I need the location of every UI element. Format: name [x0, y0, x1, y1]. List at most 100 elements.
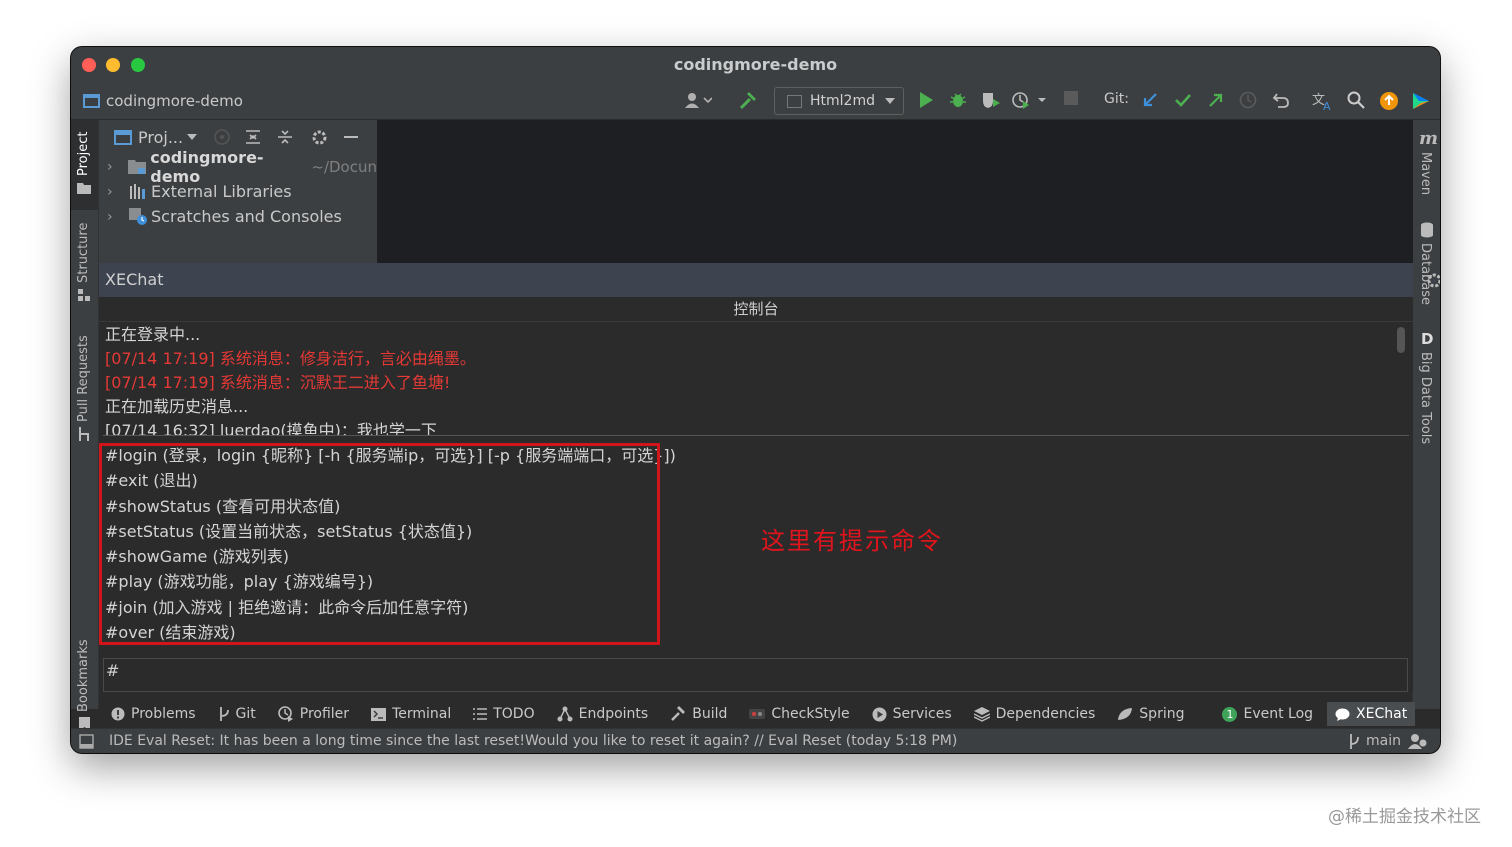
rollback-icon[interactable]	[1272, 91, 1290, 109]
console-title: 控制台	[99, 297, 1413, 322]
command-hint-item[interactable]: #showStatus (查看可用状态值)	[103, 494, 663, 519]
git-branch-icon	[218, 707, 230, 721]
git-update-icon[interactable]	[1141, 91, 1159, 109]
bottom-tool-window-bar: Problems Git Profiler Terminal TODO Endp…	[99, 700, 1416, 728]
status-message[interactable]: IDE Eval Reset: It has been a long time …	[109, 733, 957, 749]
endpoints-icon	[557, 706, 573, 722]
status-bar: IDE Eval Reset: It has been a long time …	[71, 728, 1440, 753]
tree-item-label: External Libraries	[151, 182, 292, 201]
git-branch-label[interactable]: main	[1366, 733, 1401, 749]
tab-structure[interactable]: Structure	[76, 223, 91, 283]
log-line: [07/14 16:32] luerdao(摸鱼中)：我也学一下	[105, 421, 437, 436]
tab-label: Terminal	[392, 706, 452, 722]
chevron-down-icon[interactable]	[187, 134, 198, 140]
tab-label: Spring	[1139, 706, 1185, 722]
tree-item-scratches[interactable]: › Scratches and Consoles	[99, 204, 377, 229]
command-hint-item[interactable]: #join (加入游戏 | 拒绝邀请：此命令后加任意字符)	[103, 595, 663, 620]
event-log-badge: 1	[1222, 706, 1238, 722]
translate-icon[interactable]: 文A	[1312, 91, 1334, 111]
tab-maven[interactable]: Maven	[1418, 152, 1433, 195]
run-icon[interactable]	[918, 91, 934, 109]
command-hint-item[interactable]: #setStatus (设置当前状态，setStatus {状态值})	[103, 519, 663, 544]
console-scrollbar[interactable]	[1397, 327, 1405, 353]
run-configuration-select[interactable]: Html2md	[774, 87, 904, 115]
console-log[interactable]: 正在登录中... [07/14 17:19] 系统消息：修身洁行，言必由绳墨。 …	[103, 323, 1409, 436]
tab-services[interactable]: Services	[872, 706, 952, 722]
update-available-icon[interactable]	[1379, 91, 1399, 111]
project-tool-window: Proj... › codingmore-demo ~/Docun › Exte…	[99, 120, 377, 263]
tab-event-log[interactable]: 1 Event Log	[1222, 706, 1313, 722]
tree-item-codingmore-demo[interactable]: › codingmore-demo ~/Docun	[99, 148, 377, 186]
toggle-tool-windows-icon[interactable]	[79, 734, 94, 749]
command-hint-item[interactable]: #over (结束游戏)	[103, 620, 663, 645]
module-folder-icon	[128, 159, 147, 174]
watermark: @稀土掘金技术社区	[1328, 807, 1481, 827]
tab-problems[interactable]: Problems	[111, 706, 196, 722]
tab-dependencies[interactable]: Dependencies	[973, 706, 1095, 722]
chevron-right-icon[interactable]: ›	[107, 184, 119, 200]
tab-bookmarks[interactable]: Bookmarks	[76, 639, 91, 712]
tree-item-label: Scratches and Consoles	[151, 207, 342, 226]
project-view-select[interactable]: Proj...	[138, 128, 183, 147]
git-history-icon[interactable]	[1239, 91, 1257, 109]
gear-icon[interactable]	[1426, 272, 1440, 289]
command-hint-list: #login (登录，login {昵称} [-h {服务端ip，可选}] [-…	[103, 443, 676, 645]
command-hint-item[interactable]: #play (游戏功能，play {游戏编号})	[103, 569, 663, 594]
tab-label: TODO	[493, 706, 535, 722]
tab-terminal[interactable]: Terminal	[371, 706, 451, 722]
tab-xechat[interactable]: XEChat	[1327, 702, 1416, 726]
chevron-right-icon[interactable]: ›	[107, 209, 119, 225]
hide-panel-icon[interactable]	[344, 135, 359, 139]
code-with-me-icon[interactable]	[1408, 733, 1428, 749]
coverage-icon[interactable]	[981, 91, 1001, 109]
tree-item-path: ~/Docun	[311, 157, 377, 176]
tab-label: CheckStyle	[771, 706, 850, 722]
tab-todo[interactable]: TODO	[473, 706, 535, 722]
stop-icon[interactable]	[1064, 91, 1078, 105]
tab-git[interactable]: Git	[218, 706, 256, 722]
collapse-all-icon[interactable]	[277, 129, 293, 145]
tab-label: Build	[692, 706, 728, 722]
git-branch-icon	[1348, 734, 1360, 749]
tab-pull-requests[interactable]: Pull Requests	[76, 335, 91, 422]
tab-endpoints[interactable]: Endpoints	[557, 706, 648, 722]
profile-icon[interactable]	[1012, 91, 1046, 109]
jetbrains-toolbox-icon[interactable]	[1411, 91, 1431, 111]
spring-leaf-icon	[1117, 707, 1133, 721]
right-tool-window-bar: m Maven Database D Big Data Tools	[1412, 120, 1440, 709]
tab-checkstyle[interactable]: CheckStyle	[749, 706, 850, 722]
command-hint-item[interactable]: #showGame (游戏列表)	[103, 544, 663, 569]
tab-spring[interactable]: Spring	[1117, 706, 1184, 722]
command-input[interactable]: #	[103, 658, 1408, 692]
gear-icon[interactable]	[311, 129, 328, 146]
database-icon	[1420, 222, 1434, 238]
git-push-icon[interactable]	[1207, 91, 1225, 109]
profiler-icon	[277, 706, 294, 722]
debug-icon[interactable]	[949, 91, 967, 109]
tree-item-external-libraries[interactable]: › External Libraries	[99, 179, 377, 204]
user-icon[interactable]	[684, 91, 712, 109]
project-breadcrumb[interactable]: codingmore-demo	[83, 92, 243, 110]
search-icon[interactable]	[1347, 91, 1365, 109]
tab-build[interactable]: Build	[670, 706, 727, 722]
tab-label: Git	[235, 706, 256, 722]
tab-label: Event Log	[1243, 706, 1314, 722]
chevron-right-icon[interactable]: ›	[107, 159, 118, 175]
ide-window: codingmore-demo codingmore-demo Html2md	[71, 47, 1440, 753]
editor-area[interactable]	[377, 120, 1413, 263]
command-hint-item[interactable]: #login (登录，login {昵称} [-h {服务端ip，可选}] [-…	[103, 443, 676, 468]
todo-list-icon	[473, 708, 488, 720]
build-hammer-icon[interactable]	[738, 91, 758, 111]
tab-label: Profiler	[299, 706, 350, 722]
title-bar: codingmore-demo	[71, 47, 1440, 83]
select-opened-file-icon[interactable]	[213, 128, 231, 146]
git-label: Git:	[1104, 91, 1129, 107]
git-commit-icon[interactable]	[1174, 91, 1192, 109]
tab-profiler[interactable]: Profiler	[277, 706, 350, 722]
command-hint-item[interactable]: #exit (退出)	[103, 468, 663, 493]
tab-big-data-tools[interactable]: Big Data Tools	[1418, 352, 1433, 444]
tab-project[interactable]: Project	[76, 132, 91, 176]
structure-icon	[78, 289, 90, 301]
tab-label: Services	[892, 706, 952, 722]
expand-all-icon[interactable]	[245, 129, 261, 145]
